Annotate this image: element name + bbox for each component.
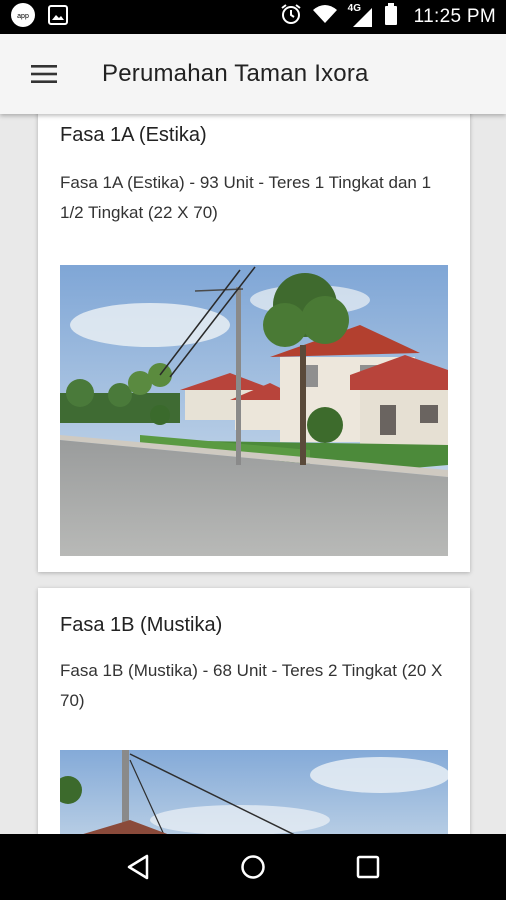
svg-text:app: app [17, 13, 29, 20]
content-list[interactable]: Fasa 1A (Estika) Fasa 1A (Estika) - 93 U… [0, 114, 506, 834]
battery-icon [384, 3, 398, 31]
system-nav-bar [0, 834, 506, 900]
phase-card[interactable]: Fasa 1A (Estika) Fasa 1A (Estika) - 93 U… [38, 114, 470, 572]
image-icon [48, 4, 68, 30]
page-title: Perumahan Taman Ixora [102, 60, 369, 87]
signal-icon: 4G [348, 3, 374, 28]
status-bar: app 4G 11:25 PM [0, 0, 506, 34]
card-title: Fasa 1B (Mustika) [60, 614, 223, 636]
card-title: Fasa 1A (Estika) [60, 124, 207, 146]
notification-app-icon: app [10, 2, 36, 33]
recent-apps-icon [357, 855, 380, 879]
card-description: Fasa 1A (Estika) - 93 Unit - Teres 1 Tin… [60, 173, 432, 222]
recent-apps-button[interactable] [343, 842, 393, 892]
wifi-icon [312, 4, 338, 30]
alarm-icon [280, 3, 302, 31]
app-bar: Perumahan Taman Ixora [0, 34, 506, 114]
home-icon [241, 855, 265, 879]
house-photo [60, 750, 448, 834]
phase-card[interactable]: Fasa 1B (Mustika) Fasa 1B (Mustika) - 68… [38, 588, 470, 834]
status-time: 11:25 PM [413, 6, 496, 27]
hamburger-menu-icon [31, 65, 57, 83]
card-description: Fasa 1B (Mustika) - 68 Unit - Teres 2 Ti… [60, 661, 443, 710]
house-photo [60, 265, 448, 556]
home-button[interactable] [228, 842, 278, 892]
back-button[interactable] [113, 842, 163, 892]
hamburger-menu-button[interactable] [0, 34, 90, 114]
back-icon [127, 854, 148, 880]
